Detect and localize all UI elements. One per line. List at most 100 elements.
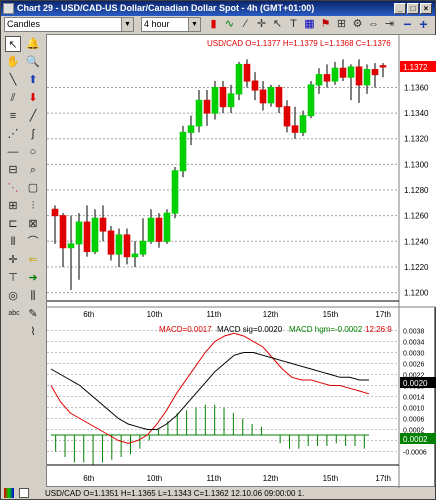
candle-body [363, 69, 371, 86]
candle-body [355, 66, 363, 86]
candle-body [235, 63, 243, 95]
macd-y-tick: 0.0026 [403, 362, 425, 369]
pointer-icon[interactable]: ↖ [5, 36, 21, 52]
arrow-left-icon[interactable]: ⇐ [25, 252, 41, 268]
candle-body [155, 217, 163, 242]
macd-panel[interactable]: 0.00380.00340.00300.00260.00220.00180.00… [47, 325, 436, 483]
candle-body [139, 240, 147, 255]
settings-icon[interactable]: ⚙ [351, 18, 364, 31]
zoom-out-icon[interactable]: − [401, 17, 414, 31]
chart-type-select[interactable]: Candles ▼ [4, 17, 134, 32]
fib-fan-icon[interactable]: ⊞ [5, 198, 21, 214]
candle-body [243, 63, 251, 82]
price-y-tick: 1.1280 [404, 186, 429, 195]
cross-icon[interactable]: ✛ [5, 252, 21, 268]
trendline-icon[interactable]: ╲ [5, 72, 21, 88]
chevron-down-icon[interactable]: ▼ [121, 18, 133, 31]
ray-icon[interactable]: ╱ [25, 108, 41, 124]
interval-value: 4 hour [144, 19, 170, 29]
chart-svg[interactable]: 1.1360 1.1340 1.1320 1.1300 1.1280 1.1260 1.12… [47, 35, 436, 488]
circle-icon[interactable]: ○ [25, 144, 41, 160]
status-bar: USD/CAD O=1.1351 H=1.1365 L=1.1343 C=1.1… [1, 487, 435, 500]
close-icon[interactable]: × [420, 3, 432, 14]
title-bar[interactable]: Chart 29 - USD/CAD-US Dollar/Canadian Do… [1, 1, 435, 16]
candle-body [99, 217, 107, 232]
price-y-tick: 1.1320 [404, 135, 429, 144]
curve-icon[interactable]: ∫ [25, 126, 41, 142]
arc-icon[interactable]: ⌒ [25, 234, 41, 250]
crosshair-icon[interactable]: ✛ [255, 18, 268, 31]
channel-icon[interactable]: ⫽ [5, 90, 21, 106]
parallel-icon[interactable]: ≡ [5, 108, 21, 124]
candle-body [131, 253, 139, 258]
macd-signal-label: MACD sig=0.0020 [217, 325, 283, 334]
price-x-tick: 12th [263, 310, 279, 319]
vline-icon[interactable]: ⦀ [5, 234, 21, 250]
grid-icon[interactable]: ⊞ [335, 18, 348, 31]
chart-type-value: Candles [7, 19, 41, 29]
macd-y-tick: 0.0038 [403, 329, 425, 336]
hline-icon[interactable]: — [5, 144, 21, 160]
macd-y-tick: -0.0006 [403, 450, 427, 457]
chart-toolbar: Candles ▼ 4 hour ▼ ▮ ∿ ⁄ ✛ ↖ T ▦ ⚑ ⊞ ⚙ ⇔… [1, 16, 435, 34]
cursor-icon[interactable]: ↖ [271, 18, 284, 31]
period-icon[interactable]: ▦ [303, 18, 316, 31]
line-tool-icon[interactable]: ⁄ [239, 18, 252, 31]
text-label-icon[interactable]: abc [4, 306, 24, 322]
price-y-tick: 1.1220 [404, 263, 429, 272]
price-panel[interactable]: 1.1360 1.1340 1.1320 1.1300 1.1280 1.1260 1.12… [47, 35, 436, 488]
macd-x-tick: 10th [147, 474, 163, 483]
wave-icon[interactable]: ◎ [5, 288, 21, 304]
search-icon[interactable]: ⌕ [25, 162, 41, 178]
scroll-icon[interactable]: ⇥ [383, 18, 396, 31]
macd-x-tick: 11th [206, 474, 221, 483]
bars-red-icon[interactable]: ▮ [207, 18, 220, 31]
candle-body [107, 230, 115, 255]
macd-y-tick: 0.0006 [403, 417, 425, 424]
window-title: Chart 29 - USD/CAD-US Dollar/Canadian Do… [17, 3, 315, 13]
cycle-icon[interactable]: ⊏ [5, 216, 21, 232]
candle-body [83, 221, 91, 253]
macd-x-tick: 15th [323, 474, 339, 483]
candle-body [291, 125, 299, 133]
rect-icon[interactable]: ▢ [25, 180, 41, 196]
chevron-down-icon[interactable]: ▼ [188, 18, 200, 31]
bell-icon[interactable]: 🔔 [25, 36, 41, 52]
price-y-tick: 1.1200 [404, 289, 429, 298]
candle-body [379, 65, 387, 68]
interval-select[interactable]: 4 hour ▼ [141, 17, 201, 32]
color-palette-icon[interactable] [4, 488, 14, 498]
price-y-tick: 1.1240 [404, 237, 429, 246]
arrow-right-icon[interactable]: ➜ [25, 270, 41, 286]
ohlc-label: USD/CAD O=1.1377 H=1.1379 L=1.1368 C=1.1… [207, 39, 391, 48]
indicator-icon[interactable]: ∿ [223, 18, 236, 31]
minimize-icon[interactable]: _ [394, 3, 406, 14]
sell-arrow-icon[interactable]: ⬇ [25, 90, 41, 106]
hand-icon[interactable]: ✋ [5, 54, 21, 70]
chart-area[interactable]: 1.1360 1.1340 1.1320 1.1300 1.1280 1.1260 1.12… [46, 34, 436, 488]
candle-body [187, 125, 195, 133]
andrews-icon[interactable]: ⫶ [25, 198, 41, 214]
maximize-icon[interactable]: □ [407, 3, 419, 14]
candle-body [163, 212, 171, 242]
speed-icon[interactable]: ⊤ [5, 270, 21, 286]
text-tool-icon[interactable]: T [287, 18, 300, 31]
candle-body [339, 67, 347, 78]
flag-icon[interactable]: ⚑ [319, 18, 332, 31]
fib-icon[interactable]: ⊟ [5, 162, 21, 178]
regression-icon[interactable]: ⫼ [25, 288, 41, 304]
macd-y-tick: 0.0014 [403, 395, 425, 402]
cycle-lines-icon[interactable]: ⌇ [25, 324, 41, 340]
gann-icon[interactable]: ⋱ [5, 180, 21, 196]
fan-icon[interactable]: ⋰ [5, 126, 21, 142]
candle-body [259, 89, 267, 104]
tools-icon[interactable]: ⊠ [25, 216, 41, 232]
color-swatch-icon[interactable] [19, 488, 29, 498]
zoom-fit-icon[interactable]: ⇔ [367, 18, 380, 31]
buy-arrow-icon[interactable]: ⬆ [25, 72, 41, 88]
zoom-icon[interactable]: 🔍 [25, 54, 41, 70]
note-icon[interactable]: ✎ [25, 306, 41, 322]
zoom-in-icon[interactable]: + [417, 17, 430, 31]
status-text: USD/CAD O=1.1351 H=1.1365 L=1.1343 C=1.1… [45, 489, 305, 498]
candle-body [267, 86, 275, 104]
